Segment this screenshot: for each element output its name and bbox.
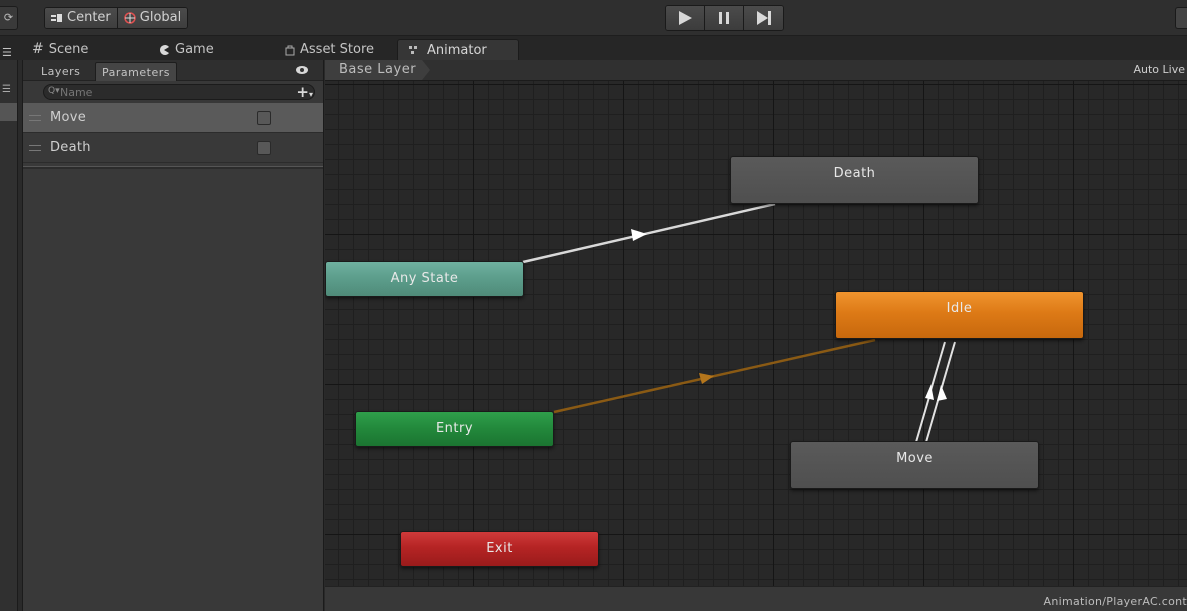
animator-icon <box>409 46 417 54</box>
transition-entry-to-idle[interactable] <box>553 338 876 414</box>
controller-asset-path: Animation/PlayerAC.cont <box>1043 595 1187 608</box>
parameter-bool-checkbox[interactable] <box>257 141 271 155</box>
parameter-name[interactable]: Move <box>50 110 86 125</box>
state-move[interactable]: Move <box>790 441 1039 489</box>
step-button[interactable] <box>744 6 783 30</box>
drag-handle-icon[interactable] <box>29 144 41 151</box>
hierarchy-menu-icon-lower[interactable]: ☰ <box>2 84 11 95</box>
hierarchy-selected-row[interactable] <box>0 103 17 121</box>
tab-animator-label: Animator <box>427 42 487 58</box>
tab-game-label: Game <box>175 42 214 57</box>
tab-parameters[interactable]: Parameters <box>95 62 177 81</box>
parameter-search-input[interactable] <box>43 84 315 100</box>
globe-icon <box>124 12 136 24</box>
transform-tool-icon[interactable]: ⟳ <box>0 6 18 30</box>
chevron-down-icon: ▾ <box>308 90 313 99</box>
state-idle-default[interactable]: Idle <box>835 291 1084 339</box>
pause-button[interactable] <box>705 6 744 30</box>
tab-animator[interactable]: Animator <box>397 39 519 60</box>
parameter-row-death[interactable]: Death <box>23 133 323 163</box>
parameter-row-move[interactable]: Move <box>23 103 323 133</box>
eye-icon[interactable] <box>295 63 309 77</box>
state-death[interactable]: Death <box>730 156 979 204</box>
tab-scene[interactable]: # Scene <box>32 39 88 60</box>
graph-status-bar: Animation/PlayerAC.cont <box>325 586 1187 611</box>
pivot-icon <box>51 14 62 22</box>
play-icon <box>679 11 692 25</box>
search-icon: Q▾ <box>48 86 60 96</box>
parameter-name[interactable]: Death <box>50 140 91 155</box>
tab-game[interactable]: Game <box>158 39 214 60</box>
playback-controls <box>665 5 784 31</box>
main-toolbar: ⟳ Center Global <box>0 0 1187 36</box>
grid-icon: # <box>32 41 44 57</box>
state-exit[interactable]: Exit <box>400 531 599 567</box>
state-any-state[interactable]: Any State <box>325 261 524 297</box>
pacman-icon <box>160 44 169 55</box>
pivot-toggle-group: Center Global <box>44 7 189 29</box>
step-icon <box>756 11 771 25</box>
bag-icon <box>285 45 295 55</box>
tab-layers[interactable]: Layers <box>35 62 86 81</box>
panel-tabs: Layers Parameters <box>23 60 323 81</box>
tab-asset-store-label: Asset Store <box>300 42 375 57</box>
pause-icon <box>719 12 729 24</box>
play-button[interactable] <box>666 6 705 30</box>
tab-scene-label: Scene <box>48 42 89 57</box>
space-global-button[interactable]: Global <box>117 8 188 28</box>
parameter-bool-checkbox[interactable] <box>257 111 271 125</box>
animator-graph[interactable]: Base Layer Auto Live Death Any State Idl… <box>325 60 1187 611</box>
window-tab-bar: ☰ # Scene Game Asset Store Animator <box>0 36 1187 60</box>
tab-asset-store[interactable]: Asset Store <box>285 39 374 60</box>
pivot-center-label: Center <box>67 10 111 25</box>
space-global-label: Global <box>139 10 182 25</box>
transition-anystate-to-death[interactable] <box>522 202 776 264</box>
drag-handle-icon[interactable] <box>29 114 41 121</box>
state-entry[interactable]: Entry <box>355 411 554 447</box>
parameter-list-divider <box>23 166 323 169</box>
pivot-center-button[interactable]: Center <box>45 8 118 28</box>
hierarchy-collapsed-strip: ☰ <box>0 60 18 611</box>
parameters-panel: Layers Parameters Q▾ +▾ Move Death <box>22 60 324 611</box>
add-parameter-button[interactable]: +▾ <box>296 84 313 103</box>
layers-dropdown-edge[interactable] <box>1175 7 1187 29</box>
parameter-search-row: Q▾ +▾ <box>23 81 323 103</box>
